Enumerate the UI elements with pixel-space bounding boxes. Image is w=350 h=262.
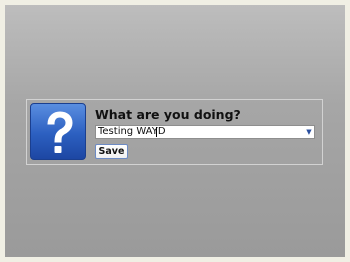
screen-background: What are you doing? Testing WAYD ▼ Save <box>5 5 345 257</box>
status-dialog: What are you doing? Testing WAYD ▼ Save <box>26 99 323 165</box>
status-combobox[interactable]: Testing WAYD ▼ <box>95 125 315 139</box>
prompt-label: What are you doing? <box>95 107 241 122</box>
save-button[interactable]: Save <box>95 144 128 159</box>
text-cursor <box>156 127 157 137</box>
question-mark-icon <box>30 103 86 160</box>
chevron-down-icon[interactable]: ▼ <box>304 126 314 138</box>
